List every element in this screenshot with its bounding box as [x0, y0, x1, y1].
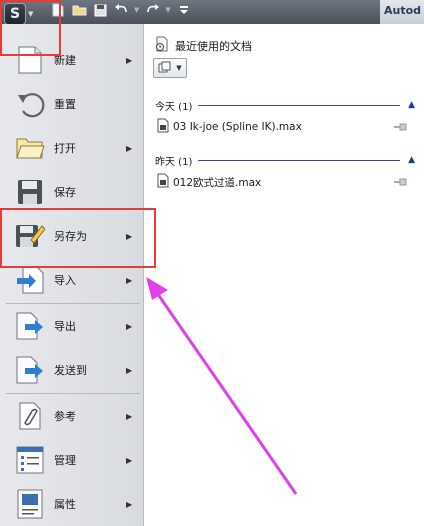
menu-item-send-to[interactable]: 发送到 ▶ — [0, 348, 144, 392]
annotation-highlight-app-button — [0, 0, 61, 56]
max-file-icon — [157, 118, 169, 136]
quick-access-toolbar: S ▼ ▼ ▼ Autod — [0, 0, 424, 25]
group-label-yesterday: 昨天 (1) — [155, 156, 193, 168]
chevron-right-icon: ▶ — [126, 275, 133, 285]
recent-file-item[interactable]: 03 Ik-joe (Spline IK).max — [157, 118, 407, 136]
menu-item-open[interactable]: 打开 ▶ — [0, 126, 144, 170]
chevron-right-icon: ▶ — [126, 55, 133, 65]
group-label-today: 今天 (1) — [155, 101, 193, 113]
menu-label-reference: 参考 — [54, 410, 76, 423]
menu-label-reset: 重置 — [54, 98, 76, 111]
max-file-icon — [157, 173, 169, 191]
application-menu: 新建 ▶ 重置 打开 ▶ 保存 另存为 ▶ 导入 ▶ 导出 ▶ 发送到 ▶ 参考… — [0, 24, 144, 526]
properties-icon — [14, 488, 46, 520]
group-divider — [198, 159, 401, 161]
menu-label-send-to: 发送到 — [54, 364, 87, 377]
recent-file-name: 03 Ik-joe (Spline IK).max — [173, 121, 302, 133]
menu-item-manage[interactable]: 管理 ▶ — [0, 438, 144, 482]
send-to-icon — [14, 354, 46, 386]
menu-item-reset[interactable]: 重置 — [0, 82, 144, 126]
chevron-right-icon: ▶ — [126, 411, 133, 421]
open-folder-icon — [14, 132, 46, 164]
export-icon — [14, 310, 46, 342]
redo-icon[interactable] — [144, 2, 160, 18]
customize-icon[interactable] — [176, 2, 192, 18]
pin-icon[interactable] — [394, 122, 408, 132]
menu-label-save: 保存 — [54, 186, 76, 199]
chevron-down-icon: ▼ — [176, 64, 182, 72]
save-icon[interactable] — [92, 2, 108, 18]
menu-item-properties[interactable]: 属性 ▶ — [0, 482, 144, 526]
icons-view-icon — [158, 61, 171, 76]
recent-group-yesterday[interactable]: 昨天 (1) ▲ — [155, 153, 415, 168]
chevron-down-icon[interactable]: ▼ — [165, 6, 170, 14]
recent-group-today[interactable]: 今天 (1) ▲ — [155, 98, 415, 113]
clock-document-icon — [155, 36, 169, 55]
pin-icon[interactable] — [394, 177, 408, 187]
chevron-down-icon[interactable]: ▼ — [134, 6, 139, 14]
menu-label-properties: 属性 — [54, 498, 76, 511]
collapse-caret-icon[interactable]: ▲ — [408, 100, 415, 110]
menu-label-import: 导入 — [54, 274, 76, 287]
recent-file-name: 012欧式过道.max — [173, 176, 262, 189]
chevron-right-icon: ▶ — [126, 455, 133, 465]
view-options-dropdown[interactable]: ▼ — [153, 58, 187, 78]
import-icon — [14, 264, 46, 296]
recent-documents-panel: 最近使用的文档 ▼ 今天 (1) ▲ 03 Ik-joe (Spline IK)… — [145, 24, 424, 526]
open-folder-icon[interactable] — [71, 2, 87, 18]
reference-icon — [14, 400, 46, 432]
menu-label-manage: 管理 — [54, 454, 76, 467]
group-divider — [198, 104, 401, 106]
menu-label-open: 打开 — [54, 142, 76, 155]
save-icon — [14, 176, 46, 208]
chevron-right-icon: ▶ — [126, 499, 133, 509]
menu-item-export[interactable]: 导出 ▶ — [0, 304, 144, 348]
menu-label-export: 导出 — [54, 320, 76, 333]
annotation-highlight-save-as — [0, 208, 156, 268]
chevron-right-icon: ▶ — [126, 365, 133, 375]
chevron-right-icon: ▶ — [126, 321, 133, 331]
recent-file-item[interactable]: 012欧式过道.max — [157, 173, 407, 191]
manage-icon — [14, 444, 46, 476]
collapse-caret-icon[interactable]: ▲ — [408, 155, 415, 165]
window-title: Autod — [380, 0, 424, 24]
reset-icon — [14, 88, 46, 120]
recent-documents-title: 最近使用的文档 — [175, 39, 252, 53]
chevron-right-icon: ▶ — [126, 143, 133, 153]
recent-documents-header: 最近使用的文档 — [155, 36, 252, 55]
undo-icon[interactable] — [113, 2, 129, 18]
menu-item-reference[interactable]: 参考 ▶ — [0, 394, 144, 438]
